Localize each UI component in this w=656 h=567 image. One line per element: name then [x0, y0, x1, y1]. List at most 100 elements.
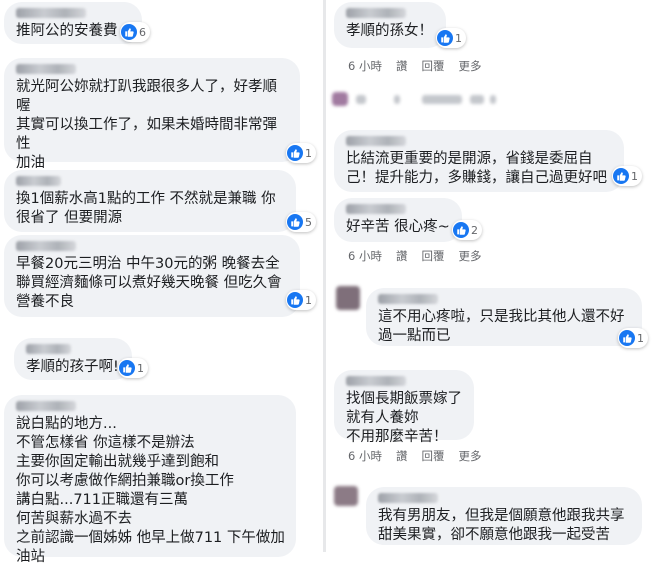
reaction-number: 2	[471, 223, 478, 237]
commenter-name-blurred[interactable]	[346, 376, 406, 386]
like-icon	[121, 24, 137, 40]
avatar[interactable]	[334, 486, 358, 506]
comment-text-line: 我有男朋友，但我是個願意他跟我共享	[378, 508, 625, 524]
comment-text-line: 聯買經濟麵條可以煮好幾天晚餐 但吃久會	[16, 275, 282, 291]
comment-text-line: 好辛苦 很心疼~	[346, 219, 450, 235]
reaction-count[interactable]: 2	[452, 220, 482, 240]
comment-timestamp: 6 小時	[348, 249, 382, 263]
comment-actions: 6 小時讚回覆 更多	[348, 448, 481, 464]
comment-bubble[interactable]: 就光阿公妳就打趴我跟很多人了，好孝順喔其實可以換工作了，如果未婚時間非常彈性加油	[4, 58, 300, 171]
like-icon	[453, 222, 469, 238]
reaction-number: 1	[455, 31, 462, 45]
reaction-number: 1	[631, 169, 638, 183]
comment-text-line: 不管怎樣省 你這樣不是辦法	[16, 435, 195, 451]
comment-text-line: 這不用心疼啦，只是我比其他人還不好	[378, 309, 625, 325]
comment-actions: 6 小時讚回覆 更多	[348, 58, 481, 74]
comment-bubble[interactable]: 換1個薪水高1點的工作 不然就是兼職 你很省了 但要開源	[4, 170, 296, 232]
commenter-name-blurred[interactable]	[346, 136, 406, 146]
like-icon	[287, 145, 303, 161]
blurred-name-fragment	[394, 95, 400, 104]
comment-bubble[interactable]: 比結流更重要的是開源，省錢是委屈自 己！提升能力，多賺錢，讓自己過更好吧	[334, 130, 624, 192]
comment-text-line: 之前認識一個姊姊 他早上做711 下午做加	[16, 530, 285, 546]
comment-text-line: 不用那麼辛苦！	[346, 429, 448, 445]
comment-actions: 6 小時讚回覆 更多	[348, 248, 481, 264]
reaction-number: 1	[137, 361, 144, 375]
right-comment-column: 孝順的孫女！ 1 比結流更重要的是開源，省錢是委屈自 己！提升能力，多賺錢，讓自己過更…	[330, 0, 656, 552]
comment-text-line: 營養不良	[16, 294, 74, 310]
reaction-count[interactable]: 1	[618, 328, 648, 348]
reaction-count[interactable]: 1	[286, 143, 316, 163]
comment-text-line: 就光阿公妳就打趴我跟很多人了，好孝順	[16, 79, 277, 95]
comment-text-line: 你可以考慮做作網拍兼職or換工作	[16, 473, 234, 489]
comment-text-line: 換1個薪水高1點的工作 不然就是兼職 你	[16, 191, 276, 207]
commenter-name-blurred[interactable]	[16, 64, 76, 74]
comment-text-line: 推阿公的安養費	[16, 23, 118, 39]
comment-text-line: 講白點...711正職還有三萬	[16, 492, 189, 508]
more-link[interactable]: 更多	[458, 248, 481, 264]
comment-text-line: 比結流更重要的是開源，省錢是委屈自	[346, 151, 593, 167]
left-comment-column: 推阿公的安養費 6 就光阿公妳就打趴我跟很多人了，好孝順喔其實可以換工作了，如果未婚…	[0, 0, 320, 565]
like-icon	[619, 330, 635, 346]
comment-text-line: 就有人養妳	[346, 410, 419, 426]
more-link[interactable]: 更多	[458, 58, 481, 74]
like-icon	[613, 168, 629, 184]
like-icon	[287, 214, 303, 230]
blurred-name-fragment	[356, 95, 366, 104]
like-icon	[119, 360, 135, 376]
blurred-name-fragment	[470, 95, 484, 104]
commenter-name-blurred[interactable]	[16, 241, 76, 251]
commenter-name-blurred[interactable]	[378, 493, 438, 503]
comment-text-line: 油站	[16, 549, 45, 565]
reaction-count[interactable]: 1	[286, 290, 316, 310]
comment-bubble[interactable]: 好辛苦 很心疼~	[334, 198, 462, 242]
comment-text-line: 早餐20元三明治 中午30元的粥 晚餐去全	[16, 256, 280, 272]
reaction-number: 5	[305, 215, 312, 229]
comment-text-line: 甜美果實，卻不願意他跟我一起受苦	[378, 527, 610, 543]
comment-text-line: 孝順的孫女！	[346, 23, 433, 39]
reaction-count[interactable]: 5	[286, 212, 316, 232]
comment-text-line: 何苦與薪水過不去	[16, 511, 132, 527]
comment-text-line: 己！提升能力，多賺錢，讓自己過更好吧	[346, 170, 607, 186]
reaction-number: 1	[637, 331, 644, 345]
avatar[interactable]	[336, 286, 360, 310]
reaction-count[interactable]: 1	[118, 358, 148, 378]
like-link[interactable]: 讚	[396, 248, 408, 264]
like-icon	[287, 292, 303, 308]
reaction-count[interactable]: 1	[436, 28, 466, 48]
commenter-name-blurred[interactable]	[16, 401, 76, 411]
more-link[interactable]: 更多	[458, 448, 481, 464]
comment-bubble[interactable]: 找個長期飯票嫁了 就有人養妳不用那麼辛苦！	[334, 370, 474, 445]
commenter-name-blurred[interactable]	[346, 204, 406, 214]
reaction-number: 1	[305, 293, 312, 307]
reaction-number: 1	[305, 146, 312, 160]
reaction-number: 6	[139, 25, 146, 39]
reaction-count[interactable]: 6	[120, 22, 150, 42]
comment-text-line: 找個長期飯票嫁了	[346, 391, 462, 407]
commenter-name-blurred[interactable]	[346, 8, 406, 18]
commenter-name-blurred[interactable]	[16, 176, 61, 186]
commenter-name-blurred[interactable]	[26, 344, 71, 354]
comment-timestamp: 6 小時	[348, 59, 382, 73]
like-link[interactable]: 讚	[396, 58, 408, 74]
avatar[interactable]	[332, 92, 348, 106]
comment-text-line: 喔	[16, 98, 31, 114]
reply-link[interactable]: 回覆	[421, 58, 444, 74]
commenter-name-blurred[interactable]	[378, 294, 438, 304]
commenter-name-blurred[interactable]	[16, 8, 86, 18]
comment-text-line: 主要你固定輸出就幾乎達到飽和	[16, 454, 219, 470]
comment-bubble[interactable]: 這不用心疼啦，只是我比其他人還不好 過一點而已	[366, 288, 642, 346]
comment-bubble[interactable]: 早餐20元三明治 中午30元的粥 晚餐去全 聯買經濟麵條可以煮好幾天晚餐 但吃久會…	[4, 235, 300, 317]
comment-bubble[interactable]: 孝順的孫女！	[334, 2, 446, 48]
comment-text-line: 孝順的孩子啊!!!	[26, 359, 131, 375]
comment-bubble[interactable]: 孝順的孩子啊!!!	[14, 338, 132, 380]
reply-link[interactable]: 回覆	[421, 248, 444, 264]
comment-text-line: 過一點而已	[378, 328, 451, 344]
comment-text-line: 性	[16, 136, 31, 152]
reaction-count[interactable]: 1	[612, 166, 642, 186]
comment-timestamp: 6 小時	[348, 449, 382, 463]
reply-link[interactable]: 回覆	[421, 448, 444, 464]
like-link[interactable]: 讚	[396, 448, 408, 464]
comment-text-line: 說白點的地方...	[16, 416, 117, 432]
comment-bubble[interactable]: 我有男朋友，但我是個願意他跟我共享 甜美果實，卻不願意他跟我一起受苦	[366, 487, 642, 545]
comment-bubble[interactable]: 說白點的地方... 不管怎樣省 你這樣不是辦法主要你固定輸出就幾乎達到飽和 你可以考…	[4, 395, 296, 565]
